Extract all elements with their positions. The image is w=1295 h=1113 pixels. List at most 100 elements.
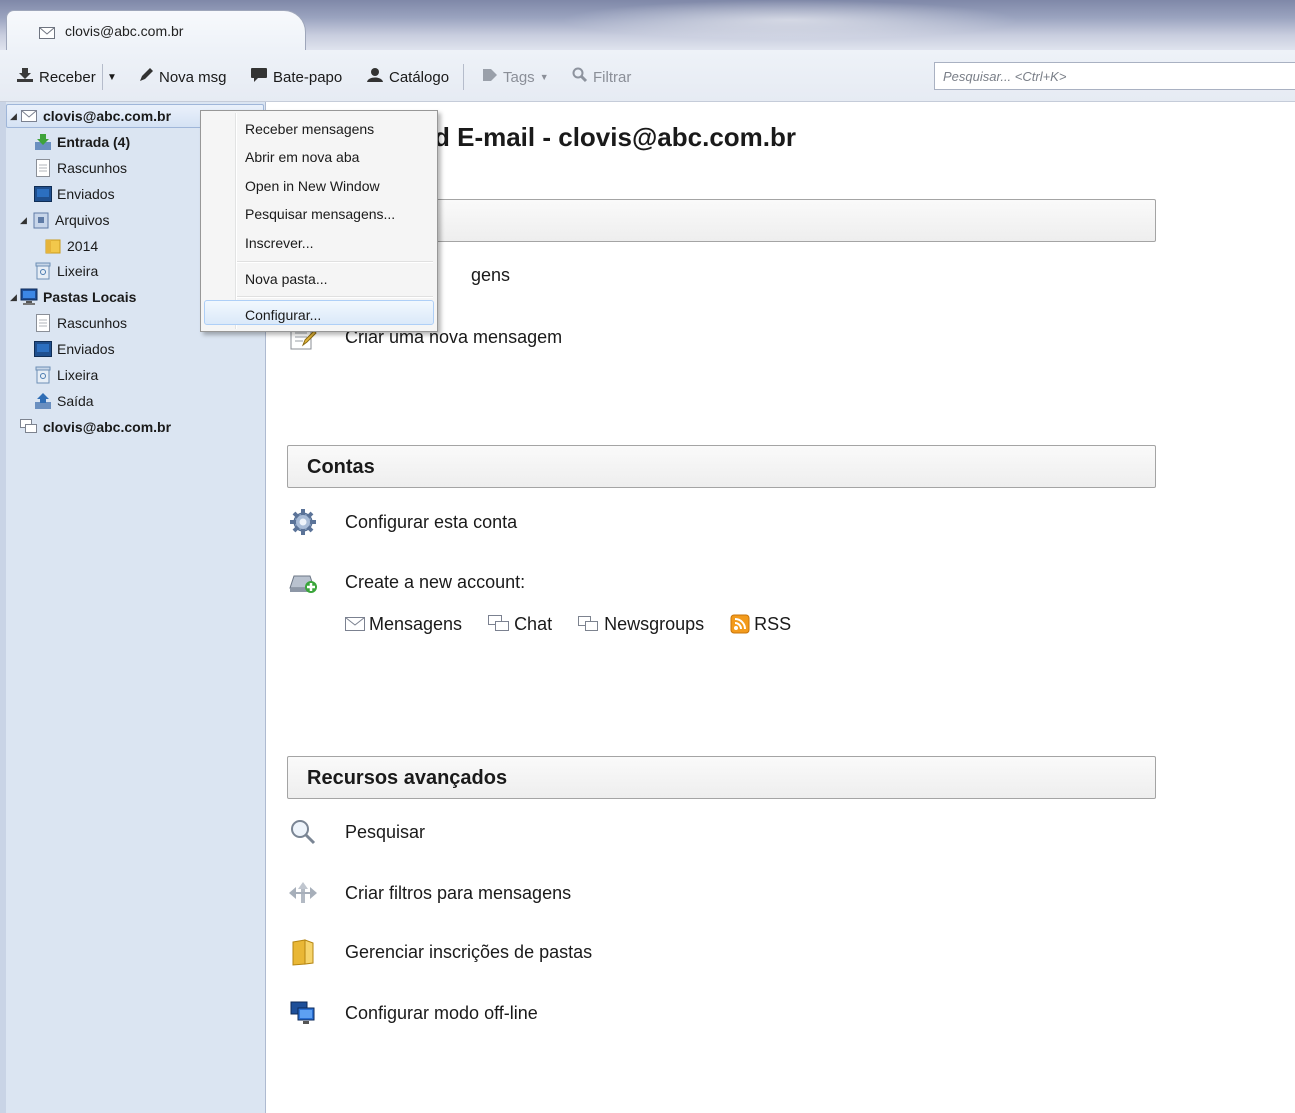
folder-inbox[interactable]: Entrada (4) (34, 130, 130, 154)
search-messages-label: Pesquisar (345, 821, 426, 842)
accounts-section-header: Contas (287, 445, 1156, 488)
get-mail-label: Receber (39, 68, 96, 86)
offline-computer-icon (287, 997, 319, 1029)
tags-label: Tags (503, 68, 535, 86)
create-account-row: Create a new account: (287, 565, 525, 599)
search-input[interactable]: Pesquisar... <Ctrl+K> (934, 62, 1295, 90)
gear-icon (287, 506, 319, 538)
envelope-icon (39, 26, 55, 39)
tag-icon (482, 68, 498, 86)
folder-trash[interactable]: Lixeira (34, 259, 98, 283)
filter-icon (287, 877, 319, 909)
search-icon (287, 816, 319, 848)
folder-outbox[interactable]: Saída (34, 389, 94, 413)
folder-local-sent[interactable]: Enviados (34, 337, 115, 361)
folder-news-account[interactable]: clovis@abc.com.br (20, 415, 171, 439)
advanced-section-header: Recursos avançados (287, 756, 1156, 799)
newsgroups-link-label: Newsgroups (604, 613, 705, 634)
folder-icon (44, 237, 62, 255)
offline-settings-label: Configurar modo off-line (345, 1002, 538, 1023)
contacts-icon (366, 67, 384, 87)
folder-label: Enviados (57, 341, 115, 357)
filter-label: Filtrar (593, 68, 632, 86)
folder-label: Lixeira (57, 263, 99, 279)
read-messages-label: gens (471, 264, 511, 285)
menu-item-settings[interactable]: Configurar... (245, 307, 321, 323)
add-account-icon (287, 566, 319, 598)
get-mail-dropdown[interactable]: ▼ (107, 66, 117, 88)
document-icon (34, 314, 52, 332)
menu-item-subscribe[interactable]: Inscrever... (245, 235, 313, 251)
pencil-icon (138, 67, 154, 87)
account-context-menu: Receber mensagens Abrir em nova aba Open… (200, 110, 438, 332)
envelope-icon (20, 107, 38, 125)
chat-link-label: Chat (514, 613, 553, 634)
message-filters-link[interactable]: Criar filtros para mensagens (287, 876, 571, 910)
offline-settings-link[interactable]: Configurar modo off-line (287, 996, 538, 1030)
address-book-button[interactable]: Catálogo (366, 66, 449, 88)
folder-drafts[interactable]: Rascunhos (34, 156, 127, 180)
trash-icon (34, 366, 52, 384)
newsgroup-icon (578, 616, 600, 632)
tab-label: clovis@abc.com.br (65, 23, 184, 39)
menu-separator (237, 261, 433, 263)
page-title: d E-mail - clovis@abc.com.br (434, 122, 797, 152)
search-messages-link[interactable]: Pesquisar (287, 815, 425, 849)
download-icon (16, 67, 34, 87)
menu-item-open-new-window[interactable]: Open in New Window (245, 178, 380, 194)
folder-label: clovis@abc.com.br (43, 108, 172, 124)
chat-button[interactable]: Bate-papo (250, 66, 342, 88)
create-chat-account-link[interactable]: Chat (488, 614, 552, 635)
outbox-icon (34, 392, 52, 410)
expand-twisty-icon[interactable]: ◢ (10, 111, 20, 122)
folder-label: 2014 (67, 238, 99, 254)
dropdown-arrow-icon: ▼ (539, 72, 549, 82)
menu-item-open-new-tab[interactable]: Abrir em nova aba (245, 149, 359, 165)
create-newsgroup-account-link[interactable]: Newsgroups (578, 614, 704, 635)
chat-icon (488, 615, 510, 633)
menu-item-get-messages[interactable]: Receber mensagens (245, 121, 374, 137)
menu-item-new-folder[interactable]: Nova pasta... (245, 271, 328, 287)
address-book-label: Catálogo (389, 68, 450, 86)
folder-local-trash[interactable]: Lixeira (34, 363, 98, 387)
folder-label: clovis@abc.com.br (43, 419, 172, 435)
configure-account-link[interactable]: Configurar esta conta (287, 505, 517, 539)
folder-label: Arquivos (55, 212, 110, 228)
folder-label: Rascunhos (57, 160, 128, 176)
tab-account[interactable]: clovis@abc.com.br (6, 10, 306, 50)
folder-local-drafts[interactable]: Rascunhos (34, 311, 127, 335)
rss-icon (730, 614, 750, 634)
write-button[interactable]: Nova msg (138, 66, 227, 88)
expand-twisty-icon[interactable]: ◢ (10, 292, 20, 303)
main-toolbar: Receber ▼ Nova msg Bate-papo Catálogo Ta… (0, 50, 1295, 102)
create-account-links: Mensagens Chat Newsgroups RSS (345, 611, 817, 637)
folder-sent[interactable]: Enviados (34, 182, 115, 206)
folder-label: Rascunhos (57, 315, 128, 331)
write-label: Nova msg (159, 68, 227, 86)
folder-local-folders[interactable]: ◢ Pastas Locais (10, 285, 136, 309)
expand-twisty-icon[interactable]: ◢ (20, 215, 32, 226)
filter-button[interactable]: Filtrar (572, 66, 631, 88)
folder-label: Lixeira (57, 367, 99, 383)
magnifier-icon (572, 67, 588, 87)
menu-item-search-messages[interactable]: Pesquisar mensagens... (245, 206, 395, 222)
get-mail-button[interactable]: Receber (16, 66, 96, 88)
title-bar: clovis@abc.com.br (0, 0, 1295, 50)
folder-archives[interactable]: ◢ Arquivos (20, 208, 109, 232)
folder-subscriptions-label: Gerenciar inscrições de pastas (345, 941, 593, 962)
create-mail-account-link[interactable]: Mensagens (345, 614, 462, 635)
newsgroup-icon (20, 418, 38, 436)
folder-label: Pastas Locais (43, 289, 137, 305)
advanced-section-label: Recursos avançados (307, 767, 508, 789)
folder-account[interactable]: ◢ clovis@abc.com.br (10, 104, 171, 128)
folder-label: Saída (57, 393, 94, 409)
rss-link-label: RSS (754, 613, 792, 634)
create-rss-account-link[interactable]: RSS (730, 614, 791, 635)
tags-button[interactable]: Tags ▼ (482, 66, 549, 88)
computer-icon (20, 288, 38, 306)
sent-folder-icon (34, 185, 52, 203)
folder-subscriptions-link[interactable]: Gerenciar inscrições de pastas (287, 935, 592, 969)
create-account-label: Create a new account: (345, 571, 526, 592)
folder-archive-2014[interactable]: 2014 (44, 234, 98, 258)
sent-folder-icon (34, 340, 52, 358)
